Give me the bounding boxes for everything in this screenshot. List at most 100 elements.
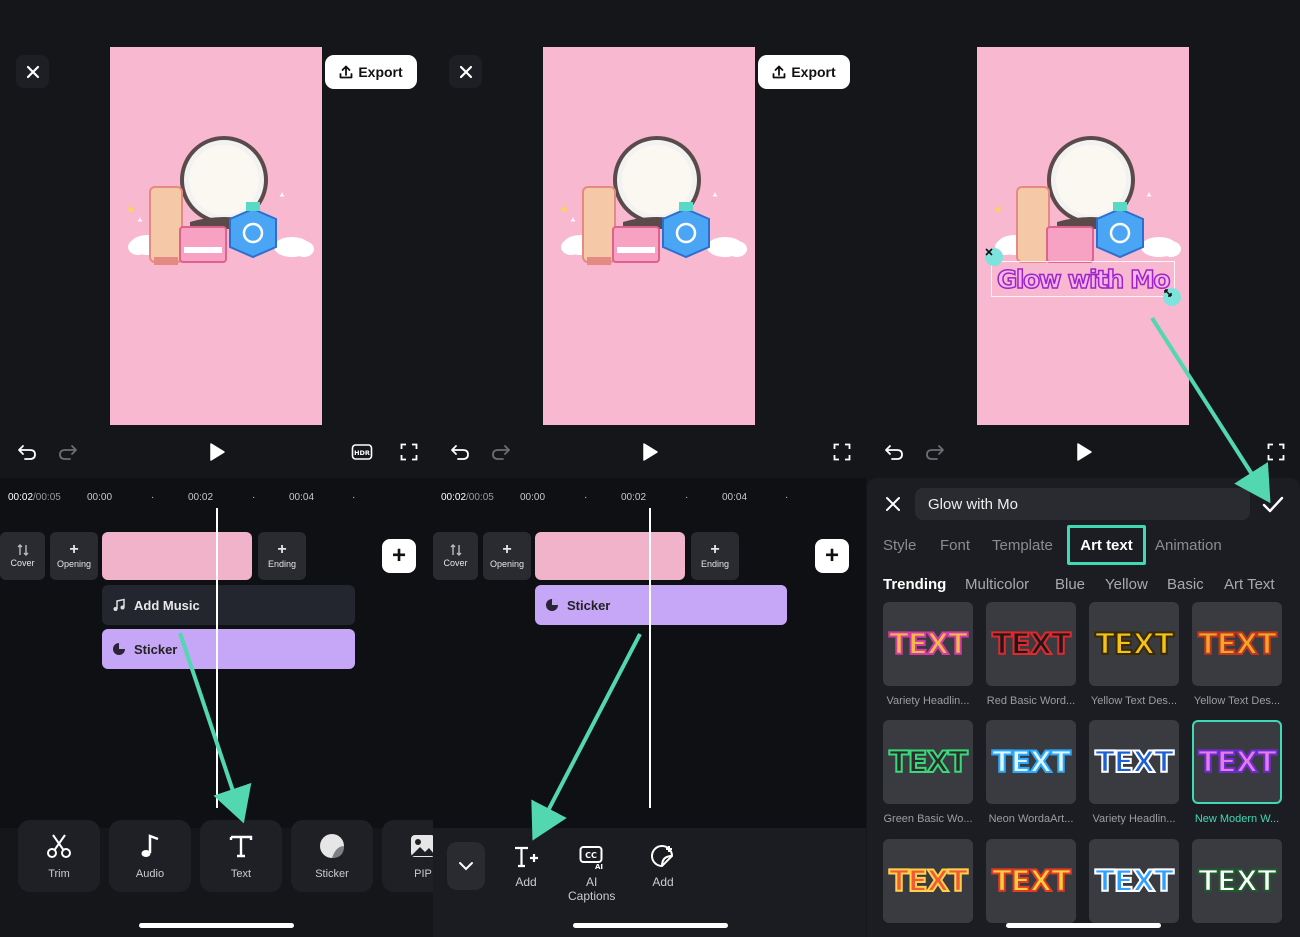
art-text-preview: TEXT (992, 864, 1070, 898)
tick-label: 00:04 (722, 492, 747, 503)
art-text-style-tile[interactable]: TEXT (883, 720, 973, 804)
export-button[interactable]: Export (758, 55, 850, 89)
redo-button[interactable] (56, 440, 80, 464)
play-icon (1075, 442, 1093, 462)
undo-button[interactable] (448, 440, 472, 464)
category-trending[interactable]: Trending (883, 576, 946, 593)
art-text-style-tile[interactable]: TEXT (986, 720, 1076, 804)
ending-button[interactable]: + Ending (691, 532, 739, 580)
ai-captions-tool[interactable]: CCAI AI Captions (568, 844, 615, 903)
text-add-icon (513, 844, 539, 870)
fullscreen-icon (1267, 443, 1285, 461)
play-button[interactable] (1072, 440, 1096, 464)
delete-text-handle[interactable] (985, 248, 1003, 266)
tool-label: Add (515, 875, 536, 889)
cover-label: Cover (443, 558, 467, 568)
resize-icon (1163, 288, 1173, 298)
plus-icon: + (277, 543, 286, 557)
tick-dot: · (685, 492, 688, 503)
undo-button[interactable] (882, 440, 906, 464)
art-text-preview: TEXT (1198, 864, 1276, 898)
undo-button[interactable] (15, 440, 39, 464)
tab-template[interactable]: Template (987, 530, 1058, 560)
sticker-icon (112, 642, 126, 656)
plus-icon: + (825, 542, 839, 570)
tick-dot: · (785, 492, 788, 503)
ending-button[interactable]: + Ending (258, 532, 306, 580)
art-text-style-tile[interactable]: TEXT (1192, 602, 1282, 686)
video-preview[interactable] (110, 47, 322, 425)
opening-button[interactable]: + Opening (50, 532, 98, 580)
video-clip[interactable] (535, 532, 685, 580)
art-text-style-tile[interactable]: TEXT (986, 602, 1076, 686)
art-text-style-tile[interactable]: TEXT (1192, 720, 1282, 804)
text-overlay-box[interactable]: Glow with Mo (991, 261, 1175, 297)
sticker-track[interactable]: Sticker (102, 629, 355, 669)
hdr-button[interactable]: HDR (350, 440, 374, 464)
art-text-style-tile[interactable]: TEXT (986, 839, 1076, 923)
art-text-style-tile[interactable]: TEXT (1089, 839, 1179, 923)
fullscreen-button[interactable] (1264, 440, 1288, 464)
art-text-style-tile[interactable]: TEXT (883, 839, 973, 923)
art-text-style-tile[interactable]: TEXT (883, 602, 973, 686)
category-yellow[interactable]: Yellow (1105, 576, 1148, 593)
add-clip-button[interactable]: + (382, 539, 416, 573)
close-icon (885, 496, 901, 512)
tab-font[interactable]: Font (935, 530, 975, 560)
audio-tool[interactable]: Audio (109, 820, 191, 892)
add-clip-button[interactable]: + (815, 539, 849, 573)
upload-icon (772, 65, 786, 79)
play-button[interactable] (205, 440, 229, 464)
playhead[interactable] (649, 508, 651, 808)
tool-label: PIP (414, 868, 432, 880)
video-preview[interactable]: Glow with Mo (977, 47, 1189, 425)
plus-icon: + (710, 543, 719, 557)
add-sticker-tool[interactable]: Add (650, 844, 676, 889)
timeline[interactable]: 00:02/00:05 00:00 · 00:02 · 00:04 · Cove… (433, 478, 866, 828)
fullscreen-button[interactable] (397, 440, 421, 464)
redo-button[interactable] (923, 440, 947, 464)
art-text-preview: TEXT (889, 864, 967, 898)
art-text-style-tile[interactable]: TEXT (1192, 839, 1282, 923)
category-basic[interactable]: Basic (1167, 576, 1204, 593)
redo-button[interactable] (489, 440, 513, 464)
resize-text-handle[interactable] (1163, 288, 1181, 306)
add-music-track[interactable]: Add Music (102, 585, 355, 625)
trim-tool[interactable]: Trim (18, 820, 100, 892)
art-text-caption: Neon WordaArt... (979, 813, 1083, 825)
tab-animation[interactable]: Animation (1150, 530, 1227, 560)
video-clip[interactable] (102, 532, 252, 580)
category-multicolor[interactable]: Multicolor (965, 576, 1029, 593)
close-button[interactable] (16, 55, 49, 88)
confirm-button[interactable] (1260, 492, 1286, 518)
art-text-caption: Green Basic Wo... (876, 813, 980, 825)
image-icon (409, 832, 433, 860)
cover-button[interactable]: Cover (433, 532, 478, 580)
tab-style[interactable]: Style (878, 530, 921, 560)
add-text-tool[interactable]: Add (513, 844, 539, 889)
tab-art-text[interactable]: Art text (1067, 525, 1146, 565)
close-button[interactable] (449, 55, 482, 88)
art-text-preview: TEXT (992, 627, 1070, 661)
category-blue[interactable]: Blue (1055, 576, 1085, 593)
cover-button[interactable]: Cover (0, 532, 45, 580)
play-button[interactable] (638, 440, 662, 464)
export-button[interactable]: Export (325, 55, 417, 89)
sticker-tool[interactable]: Sticker (291, 820, 373, 892)
ai-captions-icon: CCAI (579, 844, 605, 870)
category-art-text[interactable]: Art Text (1224, 576, 1275, 593)
playhead[interactable] (216, 508, 218, 808)
play-icon (641, 442, 659, 462)
sticker-track[interactable]: Sticker (535, 585, 787, 625)
fullscreen-button[interactable] (830, 440, 854, 464)
opening-button[interactable]: + Opening (483, 532, 531, 580)
text-input[interactable]: Glow with Mo (915, 488, 1250, 520)
text-tool[interactable]: Text (200, 820, 282, 892)
pip-tool[interactable]: PIP (382, 820, 433, 892)
collapse-button[interactable] (447, 842, 485, 890)
timeline[interactable]: 00:02/00:05 00:00 · 00:02 · 00:04 · Cove… (0, 478, 433, 828)
art-text-style-tile[interactable]: TEXT (1089, 602, 1179, 686)
close-button[interactable] (883, 494, 903, 514)
video-preview[interactable] (543, 47, 755, 425)
art-text-style-tile[interactable]: TEXT (1089, 720, 1179, 804)
